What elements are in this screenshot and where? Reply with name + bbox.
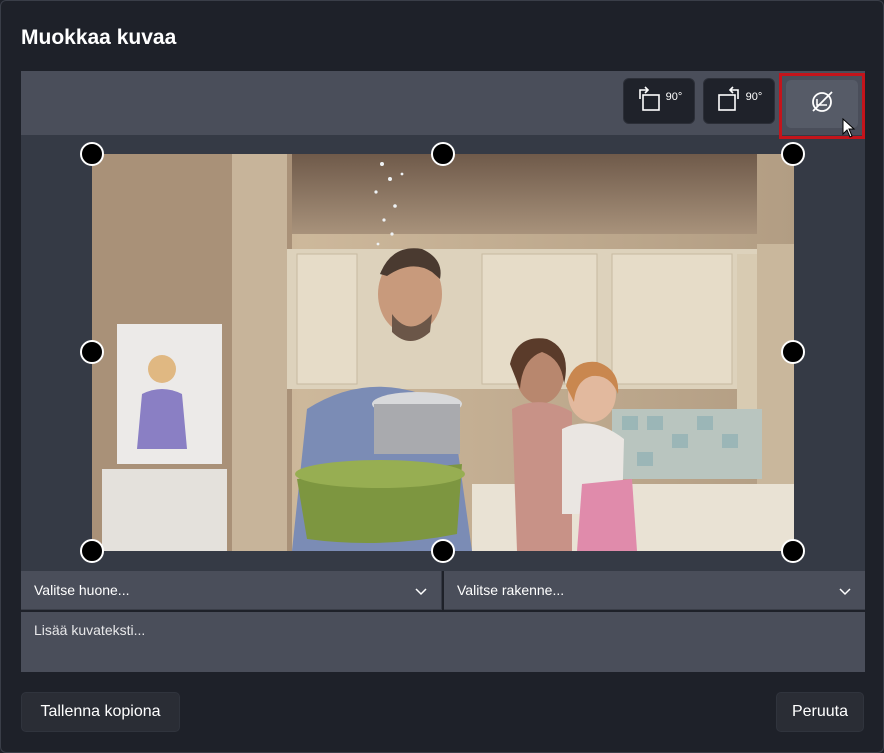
room-select-placeholder: Valitse huone...	[34, 582, 130, 598]
rotate-left-label: 90°	[665, 91, 683, 103]
reset-crop-button[interactable]	[779, 73, 865, 139]
room-select[interactable]: Valitse huone...	[21, 571, 442, 610]
save-as-copy-button[interactable]: Tallenna kopiona	[21, 692, 180, 732]
crop-handle-middle-left[interactable]	[80, 340, 104, 364]
rotate-left-icon	[636, 85, 662, 118]
crop-handle-middle-right[interactable]	[781, 340, 805, 364]
reset-crop-icon	[808, 88, 836, 121]
rotate-right-label: 90°	[745, 91, 763, 103]
crop-handle-top-center[interactable]	[431, 142, 455, 166]
rotate-right-button[interactable]: 90°	[703, 78, 775, 124]
cancel-button[interactable]: Peruuta	[776, 692, 864, 732]
crop-handle-bottom-center[interactable]	[431, 539, 455, 563]
crop-handle-top-right[interactable]	[781, 142, 805, 166]
photo-preview	[92, 154, 794, 551]
rotate-left-button[interactable]: 90°	[623, 78, 695, 124]
crop-handle-top-left[interactable]	[80, 142, 104, 166]
chevron-down-icon	[839, 584, 851, 600]
kitchen-photo	[92, 154, 794, 551]
structure-select[interactable]: Valitse rakenne...	[444, 571, 865, 610]
dialog-title: Muokkaa kuvaa	[21, 26, 177, 49]
edit-image-dialog: Muokkaa kuvaa 90° 90° Valitse huone... V…	[0, 0, 884, 753]
mouse-cursor-icon	[842, 117, 856, 143]
crop-handle-bottom-left[interactable]	[80, 539, 104, 563]
structure-select-placeholder: Valitse rakenne...	[457, 582, 565, 598]
caption-input[interactable]: Lisää kuvateksti...	[21, 612, 865, 672]
rotate-right-icon	[716, 85, 742, 118]
image-editor: 90° 90°	[21, 71, 865, 571]
select-row: Valitse huone... Valitse rakenne...	[21, 571, 865, 611]
chevron-down-icon	[415, 584, 427, 600]
caption-placeholder: Lisää kuvateksti...	[34, 622, 146, 638]
editor-toolbar: 90° 90°	[21, 71, 865, 139]
crop-handle-bottom-right[interactable]	[781, 539, 805, 563]
